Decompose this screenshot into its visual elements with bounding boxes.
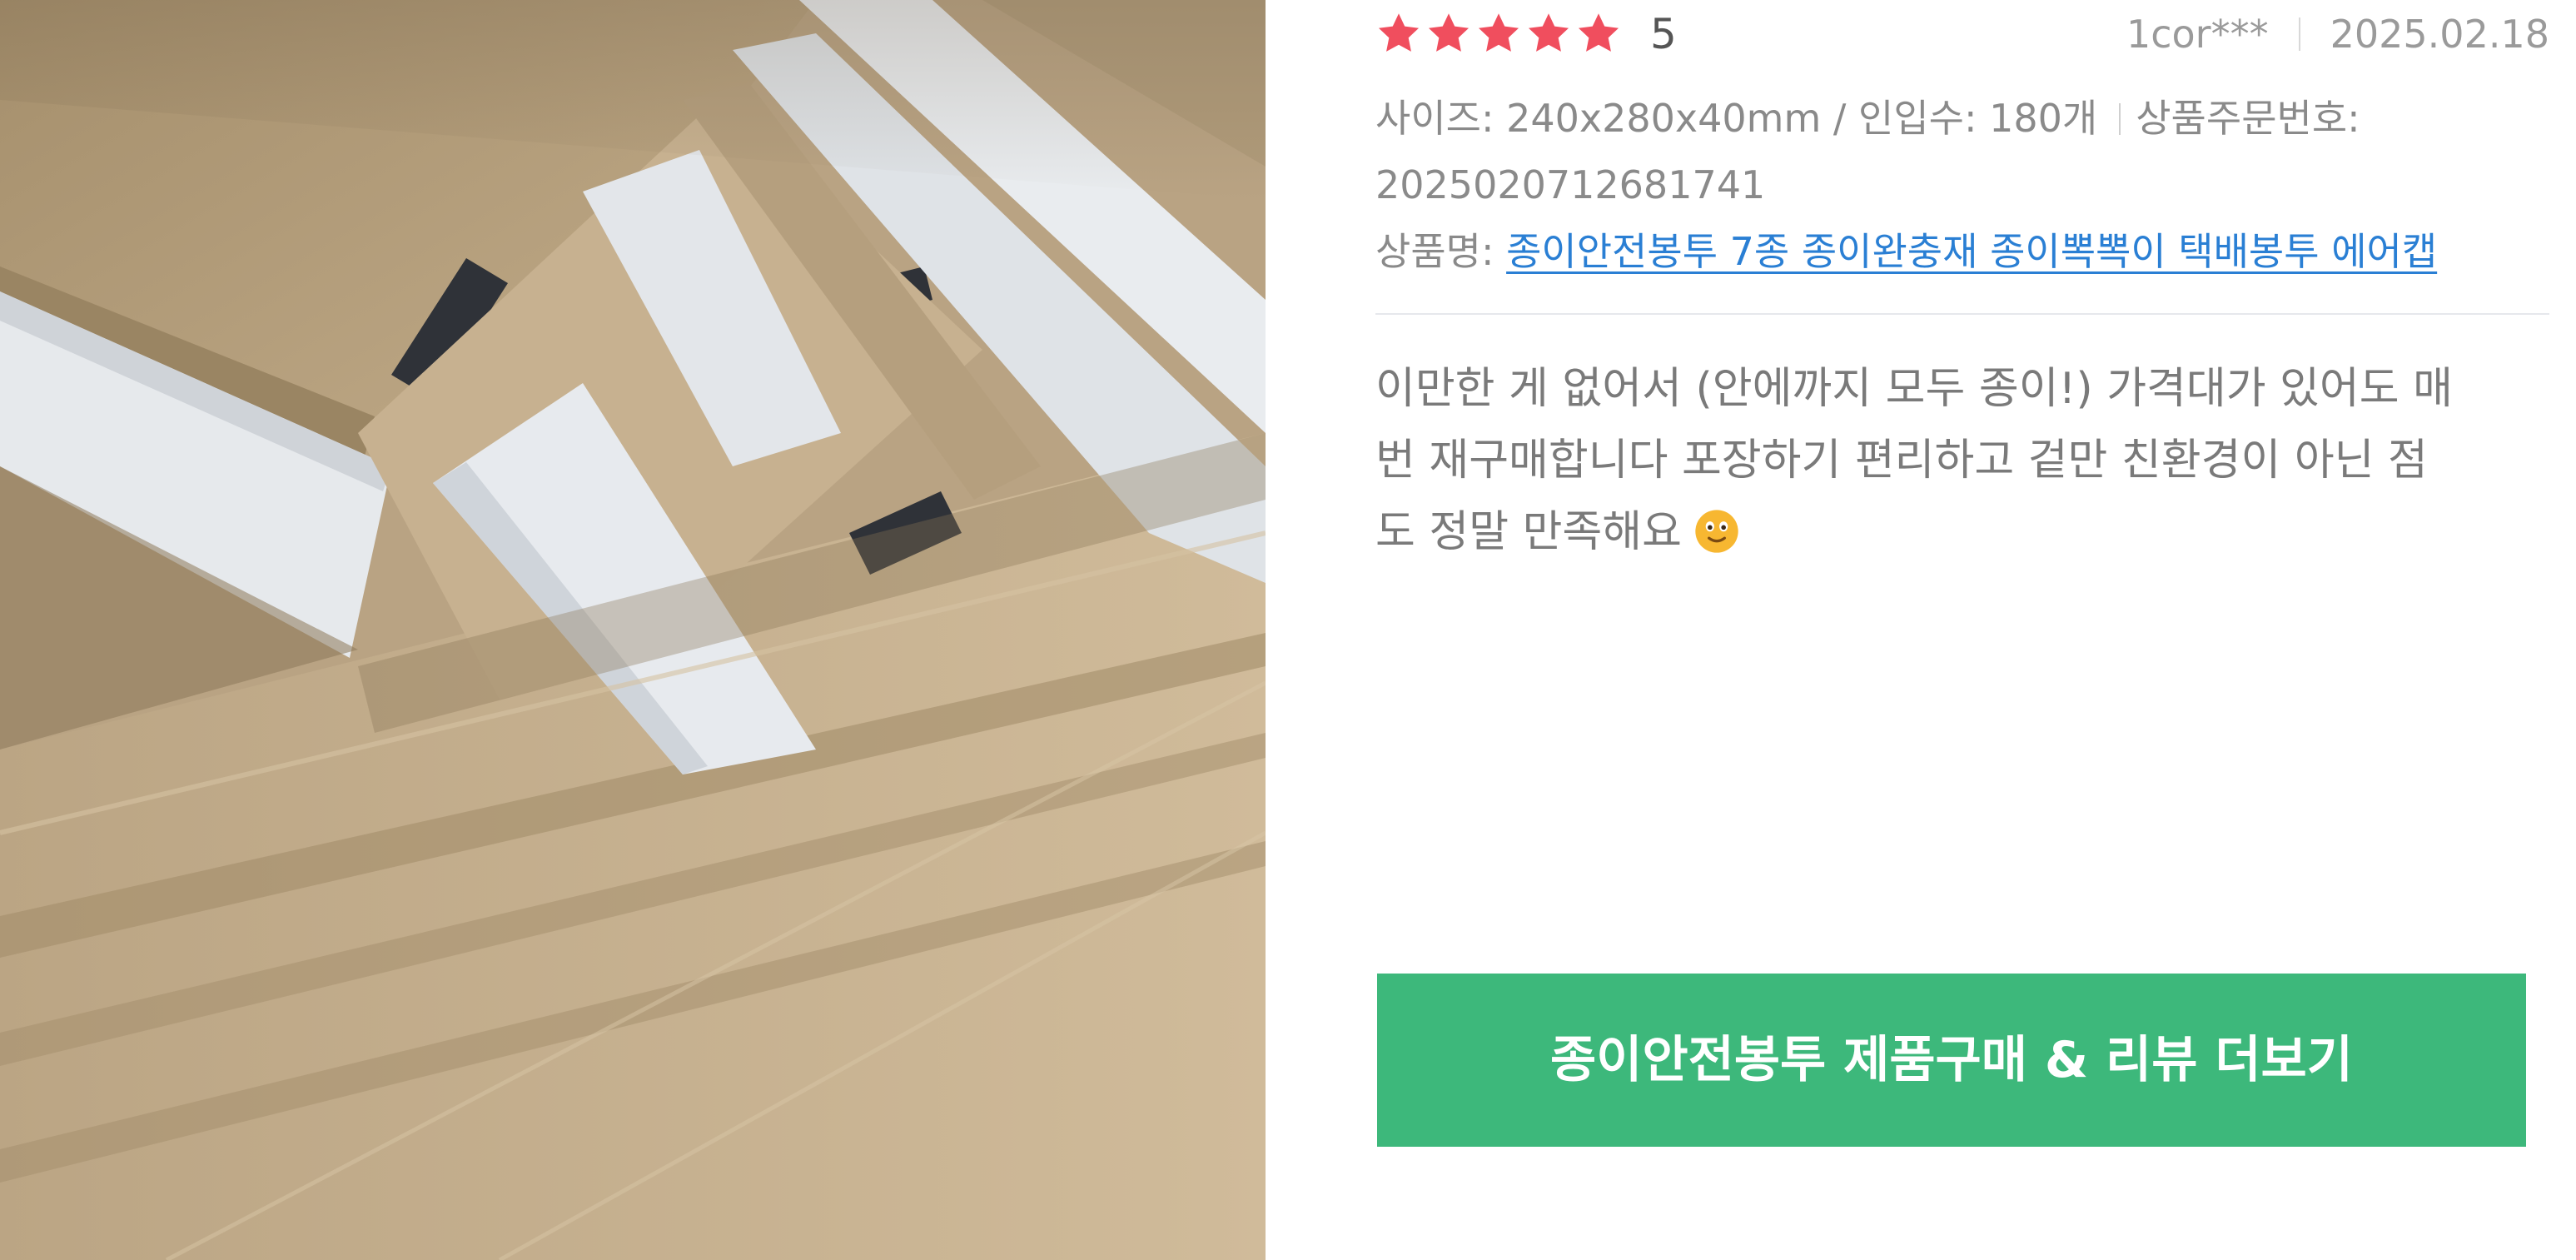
smiling-face-emoji-icon [1695, 510, 1738, 553]
reviewer-name: 1cor*** [2126, 12, 2269, 57]
section-divider [1375, 313, 2549, 315]
star-rating [1375, 10, 1622, 58]
review-text-line: 도 정말 만족해요 [1375, 496, 2549, 568]
order-number-label: 상품주문번호: [2136, 96, 2360, 141]
review-text-line: 이만한 게 없어서 (안에까지 모두 종이!) 가격대가 있어도 매 [1375, 364, 2453, 414]
review-text-line: 번 재구매합니다 포장하기 편리하고 겉만 친환경이 아닌 점 [1375, 436, 2428, 486]
rating-score: 5 [1650, 10, 1677, 58]
review-text-last: 도 정말 만족해요 [1375, 507, 1682, 557]
purchase-details: 사이즈: 240x280x40mm / 인입수: 180개 상품주문번호: 202… [1375, 85, 2549, 285]
star-icon [1578, 13, 1619, 52]
star-icon [1378, 13, 1420, 52]
detail-divider [2119, 103, 2121, 135]
star-icon [1528, 13, 1569, 52]
product-name-link[interactable]: 종이안전봉투 7종 종이완충재 종이뽁뽁이 택배봉투 에어캡 [1506, 229, 2437, 274]
rating-row: 5 1cor*** 2025.02.18 [1375, 5, 2549, 63]
size-info: 사이즈: 240x280x40mm / 인입수: 180개 [1375, 96, 2098, 141]
review-photo[interactable] [0, 0, 1266, 1260]
star-icon [1428, 13, 1470, 52]
kraft-envelopes-image [0, 0, 1266, 1260]
star-icon [1478, 13, 1519, 52]
product-label: 상품명: [1375, 229, 1494, 274]
meta-divider [2298, 17, 2300, 51]
review-text: 이만한 게 없어서 (안에까지 모두 종이!) 가격대가 있어도 매 번 재구매… [1375, 353, 2549, 568]
option-line: 사이즈: 240x280x40mm / 인입수: 180개 상품주문번호: [1375, 85, 2549, 152]
product-line: 상품명: 종이안전봉투 7종 종이완충재 종이뽁뽁이 택배봉투 에어캡 [1375, 218, 2539, 285]
review-date: 2025.02.18 [2330, 12, 2549, 57]
review-meta: 1cor*** 2025.02.18 [2126, 8, 2549, 60]
buy-and-more-reviews-button[interactable]: 종이안전봉투 제품구매 & 리뷰 더보기 [1377, 974, 2526, 1147]
order-number: 2025020712681741 [1375, 162, 1766, 207]
